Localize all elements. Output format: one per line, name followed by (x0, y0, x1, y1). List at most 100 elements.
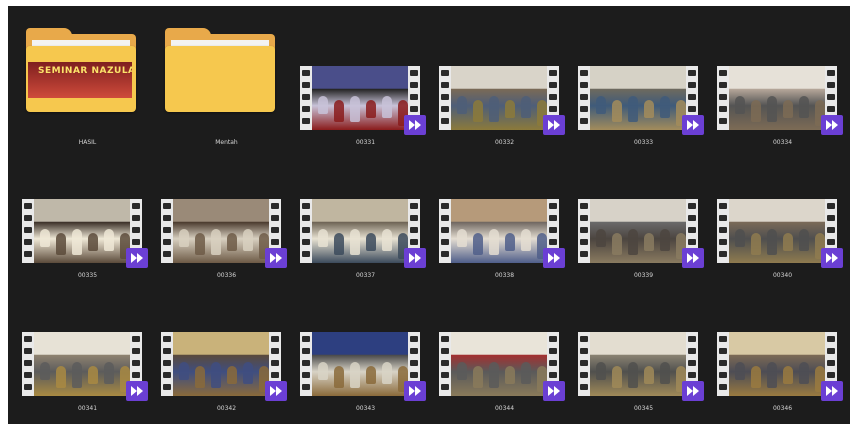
file-name: 00339 (633, 272, 654, 279)
folder-preview-text: SEMINAR NAZULA (38, 66, 132, 76)
video-app-icon (404, 381, 426, 401)
video-app-icon (682, 381, 704, 401)
file-browser-pane: SEMINAR NAZULA HASIL Mentah 00331 00332 00333… (8, 6, 850, 424)
file-name: 00336 (216, 272, 237, 279)
file-name: 00342 (216, 405, 237, 412)
video-item[interactable]: 00335 (18, 159, 157, 292)
video-frame-preview (729, 199, 825, 263)
video-item[interactable]: 00345 (574, 292, 713, 425)
film-strip-icon (161, 332, 173, 396)
film-strip-icon (578, 332, 590, 396)
video-frame-preview (34, 332, 130, 396)
video-item[interactable]: 00340 (713, 159, 852, 292)
video-thumbnail (300, 332, 426, 401)
video-item[interactable]: 00339 (574, 159, 713, 292)
video-item[interactable]: 00342 (157, 292, 296, 425)
video-thumbnail (22, 199, 148, 268)
file-grid: SEMINAR NAZULA HASIL Mentah 00331 00332 00333… (18, 26, 848, 421)
film-strip-icon (439, 66, 451, 130)
video-app-icon (404, 248, 426, 268)
file-name: 00332 (494, 139, 515, 146)
film-strip-icon (717, 332, 729, 396)
video-item[interactable]: 00338 (435, 159, 574, 292)
video-app-icon (821, 115, 843, 135)
file-name: 00335 (77, 272, 98, 279)
file-name: 00344 (494, 405, 515, 412)
video-app-icon (126, 381, 148, 401)
file-name: Mentah (215, 139, 238, 146)
film-strip-icon (717, 66, 729, 130)
folder-item[interactable]: Mentah (157, 26, 296, 159)
video-item[interactable]: 00337 (296, 159, 435, 292)
video-frame-preview (173, 332, 269, 396)
video-app-icon (821, 248, 843, 268)
video-app-icon (821, 381, 843, 401)
file-name: HASIL (78, 139, 97, 146)
video-thumbnail (300, 66, 426, 135)
film-strip-icon (717, 199, 729, 263)
film-strip-icon (161, 199, 173, 263)
video-app-icon (682, 115, 704, 135)
video-item[interactable]: 00331 (296, 26, 435, 159)
video-item[interactable]: 00344 (435, 292, 574, 425)
file-name: 00337 (355, 272, 376, 279)
video-item[interactable]: 00334 (713, 26, 852, 159)
film-strip-icon (300, 332, 312, 396)
film-strip-icon (300, 199, 312, 263)
file-name: 00341 (77, 405, 98, 412)
file-name: 00338 (494, 272, 515, 279)
video-frame-preview (34, 199, 130, 263)
video-item[interactable]: 00346 (713, 292, 852, 425)
file-name: 00343 (355, 405, 376, 412)
video-app-icon (265, 381, 287, 401)
file-name: 00340 (772, 272, 793, 279)
film-strip-icon (300, 66, 312, 130)
film-strip-icon (439, 199, 451, 263)
video-app-icon (543, 381, 565, 401)
video-item[interactable]: 00336 (157, 159, 296, 292)
video-thumbnail (161, 199, 287, 268)
video-frame-preview (451, 332, 547, 396)
video-thumbnail (22, 332, 148, 401)
video-thumbnail (439, 66, 565, 135)
film-strip-icon (578, 199, 590, 263)
video-app-icon (682, 248, 704, 268)
folder-item[interactable]: SEMINAR NAZULA HASIL (18, 26, 157, 159)
video-thumbnail (578, 199, 704, 268)
video-thumbnail (578, 332, 704, 401)
video-frame-preview (590, 66, 686, 130)
file-name: 00334 (772, 139, 793, 146)
video-thumbnail (578, 66, 704, 135)
file-name: 00333 (633, 139, 654, 146)
video-thumbnail (161, 332, 287, 401)
video-frame-preview (312, 199, 408, 263)
file-name: 00346 (772, 405, 793, 412)
film-strip-icon (439, 332, 451, 396)
video-item[interactable]: 00333 (574, 26, 713, 159)
video-frame-preview (729, 332, 825, 396)
video-frame-preview (729, 66, 825, 130)
folder-icon (165, 28, 275, 112)
file-name: 00331 (355, 139, 376, 146)
video-thumbnail (717, 332, 843, 401)
video-app-icon (126, 248, 148, 268)
film-strip-icon (22, 332, 34, 396)
video-thumbnail (439, 332, 565, 401)
video-app-icon (543, 115, 565, 135)
film-strip-icon (578, 66, 590, 130)
video-frame-preview (312, 66, 408, 130)
video-item[interactable]: 00332 (435, 26, 574, 159)
video-frame-preview (590, 332, 686, 396)
video-frame-preview (312, 332, 408, 396)
video-thumbnail (717, 199, 843, 268)
video-item[interactable]: 00343 (296, 292, 435, 425)
video-app-icon (265, 248, 287, 268)
video-thumbnail (439, 199, 565, 268)
file-name: 00345 (633, 405, 654, 412)
video-app-icon (404, 115, 426, 135)
video-frame-preview (173, 199, 269, 263)
video-item[interactable]: 00341 (18, 292, 157, 425)
video-frame-preview (451, 66, 547, 130)
film-strip-icon (22, 199, 34, 263)
video-app-icon (543, 248, 565, 268)
